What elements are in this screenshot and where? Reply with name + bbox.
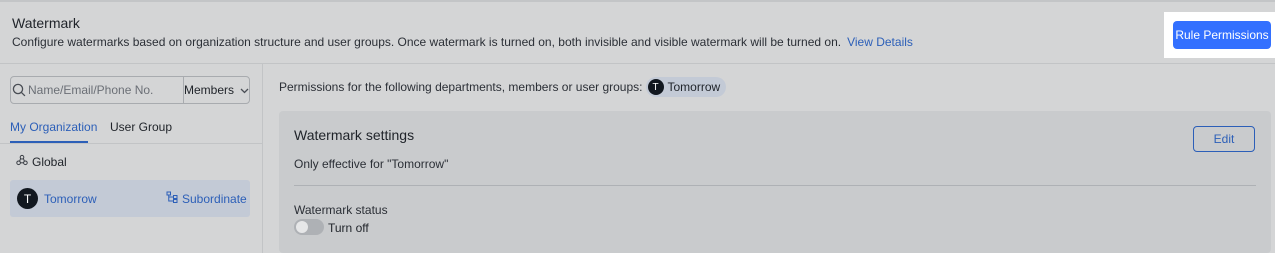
active-tab-indicator [10, 141, 88, 143]
search-icon [11, 77, 28, 103]
search-bar: Members [10, 76, 250, 104]
page-description: Configure watermarks based on organizati… [12, 35, 913, 49]
sidebar-item-tomorrow[interactable]: T Tomorrow Subordinate [10, 180, 250, 217]
view-details-link[interactable]: View Details [847, 35, 913, 49]
organization-sidebar: Members My Organization User Group Globa… [0, 64, 263, 253]
permission-scope: Permissions for the following department… [279, 77, 727, 97]
sidebar-tabs: My Organization User Group [0, 116, 262, 144]
member-chip: T Tomorrow [645, 77, 727, 97]
member-chip-label: Tomorrow [667, 80, 721, 94]
toggle-knob [296, 221, 308, 233]
avatar: T [647, 79, 664, 95]
subordinate-label: Subordinate [182, 191, 247, 206]
tab-user-group[interactable]: User Group [110, 120, 172, 134]
page-header: Watermark Configure watermarks based on … [0, 2, 1275, 64]
subordinate-button[interactable]: Subordinate [166, 191, 247, 206]
edit-button[interactable]: Edit [1193, 126, 1255, 152]
watermark-status-value: Turn off [328, 221, 369, 235]
subordinate-icon [166, 191, 178, 206]
sidebar-item-label: Tomorrow [44, 192, 97, 206]
watermark-settings-card: Watermark settings Edit Only effective f… [279, 111, 1271, 253]
member-filter-dropdown[interactable]: Members [182, 77, 249, 103]
tab-my-organization[interactable]: My Organization [10, 120, 97, 134]
global-item[interactable]: Global [16, 154, 67, 169]
global-icon [16, 154, 28, 169]
watermark-status-toggle[interactable] [294, 219, 324, 235]
divider [294, 185, 1256, 186]
global-label: Global [32, 154, 67, 169]
chevron-down-icon [240, 83, 249, 97]
settings-title: Watermark settings [294, 127, 415, 143]
avatar: T [17, 188, 38, 209]
settings-subtitle: Only effective for "Tomorrow" [294, 157, 449, 171]
permission-text: Permissions for the following department… [279, 80, 643, 94]
description-text: Configure watermarks based on organizati… [12, 35, 842, 49]
watermark-status-label: Watermark status [294, 203, 388, 217]
rule-permissions-button[interactable]: Rule Permissions [1173, 21, 1271, 49]
search-input[interactable] [27, 77, 183, 103]
page-title: Watermark [12, 15, 80, 31]
member-filter-label: Members [183, 83, 234, 97]
